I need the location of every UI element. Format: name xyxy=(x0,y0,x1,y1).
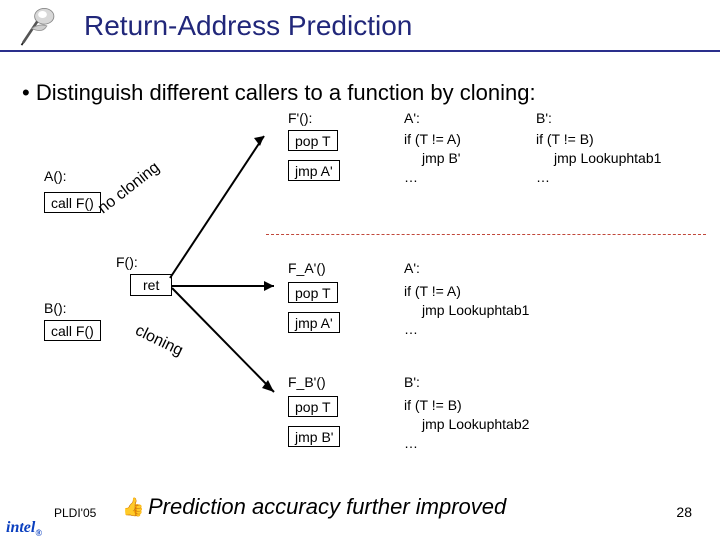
FA-line1: if (T != A) xyxy=(404,282,529,301)
footer-left: PLDI'05 xyxy=(54,506,96,520)
FA-line2: jmp Lookuphtab1 xyxy=(404,301,529,320)
pushpin-icon xyxy=(18,4,60,46)
label-no-cloning: no cloning xyxy=(95,159,164,218)
label-Fprime: F'(): xyxy=(288,110,312,126)
box-FA-jmp: jmp A' xyxy=(288,312,340,333)
box-callF-A: call F() xyxy=(44,192,101,213)
top-A-line1: if (T != A) xyxy=(404,130,461,149)
label-Aprime-top: A': xyxy=(404,110,420,126)
box-popT-top: pop T xyxy=(288,130,338,151)
label-B: B(): xyxy=(44,300,67,316)
label-Bprime-top: B': xyxy=(536,110,552,126)
main-bullet: • Distinguish different callers to a fun… xyxy=(22,80,536,106)
FB-line3: … xyxy=(404,434,529,453)
top-B-line1: if (T != B) xyxy=(536,130,661,149)
label-FB: F_B'() xyxy=(288,374,326,390)
box-ret: ret xyxy=(130,274,172,296)
label-A: A(): xyxy=(44,168,67,184)
thumbs-up-icon: 👍 xyxy=(122,497,144,518)
top-B-line3: … xyxy=(536,168,661,187)
label-FA-A: A': xyxy=(404,260,420,276)
top-B-line2: jmp Lookuphtab1 xyxy=(536,149,661,168)
top-A-line3: … xyxy=(404,168,461,187)
label-FA: F_A'() xyxy=(288,260,326,276)
slide-title: Return-Address Prediction xyxy=(84,10,412,42)
label-F: F(): xyxy=(116,254,138,270)
box-jmpA-top: jmp A' xyxy=(288,160,340,181)
conclusion-text: Prediction accuracy further improved xyxy=(148,494,506,520)
FB-line1: if (T != B) xyxy=(404,396,529,415)
top-A-line2: jmp B' xyxy=(404,149,461,168)
FB-line2: jmp Lookuphtab2 xyxy=(404,415,529,434)
box-FB-jmp: jmp B' xyxy=(288,426,340,447)
page-number: 28 xyxy=(676,504,692,520)
arrow-cloning-2 xyxy=(170,284,288,404)
box-FA-popT: pop T xyxy=(288,282,338,303)
arrow-no-cloning xyxy=(168,120,288,280)
dashed-separator xyxy=(266,234,706,235)
FA-line3: … xyxy=(404,320,529,339)
intel-logo: intel® xyxy=(6,519,42,538)
label-FB-B: B': xyxy=(404,374,420,390)
box-callF-B: call F() xyxy=(44,320,101,341)
box-FB-popT: pop T xyxy=(288,396,338,417)
title-underline xyxy=(0,50,720,52)
